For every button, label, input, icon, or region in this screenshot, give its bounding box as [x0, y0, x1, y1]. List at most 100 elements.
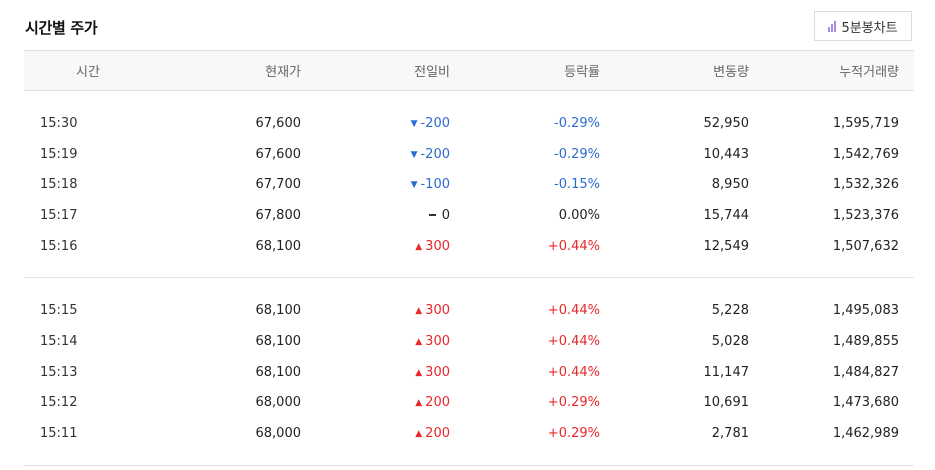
- time-cell-value: 15:12: [40, 395, 78, 411]
- price-cell-value: 68,100: [255, 303, 302, 319]
- rate-cell: +0.44%: [450, 365, 600, 380]
- price-cell-value: 68,100: [255, 238, 302, 254]
- time-cell-value: 15:15: [40, 303, 78, 319]
- header-time: 시간: [76, 65, 100, 80]
- volume-cell: 52,950: [600, 115, 750, 131]
- time-cell: 15:13: [24, 365, 152, 380]
- up-arrow-icon: ▲: [415, 429, 423, 440]
- rate-cell-value: -0.15%: [554, 177, 600, 193]
- price-cell: 68,100: [152, 303, 302, 319]
- cumulative-volume-cell: 1,507,632: [749, 239, 899, 254]
- change-cell: ▲ 300: [301, 365, 450, 380]
- rate-cell-value: -0.29%: [554, 146, 600, 162]
- rate-cell-value: 0.00%: [558, 207, 600, 223]
- rate-cell-value: +0.29%: [547, 395, 600, 411]
- table-row: 15:19 67,600 ▼ -200 -0.29% 10,443 1,542,769: [24, 139, 914, 170]
- price-cell: 68,100: [152, 238, 302, 254]
- time-cell: 15:30: [24, 116, 152, 131]
- change-cell: ▲ 300: [301, 334, 450, 349]
- rate-cell-value: +0.44%: [547, 303, 600, 319]
- change-cell: ▼ -200: [301, 116, 450, 131]
- header-cumulative-volume: 누적거래량: [839, 65, 899, 80]
- volume-cell: 5,228: [600, 303, 749, 318]
- price-cell-value: 68,000: [255, 395, 302, 411]
- rate-cell: +0.44%: [450, 334, 600, 349]
- volume-cell: 11,147: [600, 364, 750, 380]
- rate-cell-value: +0.29%: [547, 426, 600, 442]
- change-cell-value: -100: [420, 177, 450, 193]
- change-cell: ▼ -100: [301, 177, 450, 192]
- table-row: 15:18 67,700 ▼ -100 -0.15% 8,950 1,532,326: [24, 169, 914, 200]
- price-cell-value: 68,100: [255, 333, 302, 349]
- cumulative-volume-cell-value: 1,532,326: [832, 177, 899, 193]
- table-row: 15:14 68,100 ▲ 300 +0.44% 5,028 1,489,855: [24, 326, 914, 357]
- time-cell-value: 15:14: [40, 333, 78, 349]
- up-arrow-icon: ▲: [415, 398, 423, 409]
- price-cell: 67,700: [152, 177, 302, 192]
- price-cell-value: 68,100: [255, 364, 302, 380]
- volume-cell-value: 5,228: [711, 303, 749, 319]
- volume-cell: 2,781: [600, 426, 749, 441]
- up-arrow-icon: ▲: [415, 336, 423, 347]
- cumulative-volume-cell-value: 1,495,083: [832, 303, 899, 319]
- cumulative-volume-cell: 1,595,719: [749, 116, 899, 131]
- volume-cell-value: 12,549: [703, 238, 750, 254]
- section-title: 시간별 주가: [25, 19, 98, 37]
- table-row: 15:15 68,100 ▲ 300 +0.44% 5,228 1,495,083: [24, 295, 914, 326]
- price-cell-value: 67,600: [255, 146, 302, 162]
- time-cell: 15:17: [24, 208, 152, 223]
- volume-cell-value: 11,147: [703, 364, 750, 380]
- change-cell: ▼ -200: [301, 147, 450, 162]
- price-cell: 67,600: [152, 146, 302, 162]
- change-cell-value: 300: [425, 364, 450, 380]
- down-arrow-icon: ▼: [410, 180, 418, 191]
- rate-cell-value: +0.44%: [547, 364, 600, 380]
- change-cell-value: 0: [441, 207, 450, 223]
- cumulative-volume-cell-value: 1,595,719: [832, 115, 899, 131]
- price-cell: 67,800: [152, 208, 302, 223]
- cumulative-volume-cell: 1,523,376: [749, 208, 899, 223]
- rate-cell: +0.29%: [450, 426, 600, 441]
- price-cell-value: 68,000: [255, 426, 302, 442]
- rate-cell: +0.29%: [450, 395, 600, 410]
- down-arrow-icon: ▼: [410, 118, 418, 129]
- volume-cell-value: 52,950: [703, 115, 750, 131]
- table-row: 15:30 67,600 ▼ -200 -0.29% 52,950 1,595,719: [24, 108, 914, 139]
- price-cell: 68,100: [152, 333, 302, 349]
- cumulative-volume-cell-value: 1,473,680: [832, 395, 899, 411]
- change-cell-value: 300: [425, 303, 450, 319]
- change-cell-value: 200: [425, 395, 450, 411]
- rate-cell: 0.00%: [450, 208, 600, 223]
- change-cell: ▲ 300: [301, 303, 450, 318]
- up-arrow-icon: ▲: [415, 306, 423, 317]
- five-minute-chart-button[interactable]: 5분봉차트: [814, 11, 912, 41]
- volume-cell: 12,549: [600, 238, 750, 254]
- table-row: 15:12 68,000 ▲ 200 +0.29% 10,691 1,473,680: [24, 388, 914, 419]
- change-cell: ▲ 200: [301, 426, 450, 441]
- row-group: 15:15 68,100 ▲ 300 +0.44% 5,228 1,495,083 15:14…: [24, 278, 914, 466]
- volume-cell-value: 10,443: [703, 146, 750, 162]
- cumulative-volume-cell-value: 1,484,827: [832, 364, 899, 380]
- volume-cell-value: 5,028: [711, 333, 749, 349]
- price-cell-value: 67,600: [255, 115, 302, 131]
- rate-cell: +0.44%: [450, 303, 600, 318]
- time-cell: 15:18: [24, 177, 152, 192]
- five-minute-chart-label: 5분봉차트: [841, 20, 898, 36]
- rate-cell-value: +0.44%: [547, 333, 600, 349]
- hourly-price-table: 시간 현재가 전일비 등락률 변동량 누적거래량 15:30 67,600 ▼ -20…: [24, 50, 914, 466]
- header-volume: 변동량: [713, 65, 749, 80]
- rate-cell: -0.15%: [450, 177, 600, 192]
- cumulative-volume-cell: 1,542,769: [749, 147, 899, 162]
- volume-cell: 8,950: [600, 177, 749, 192]
- time-cell-value: 15:18: [40, 177, 78, 193]
- cumulative-volume-cell: 1,489,855: [749, 334, 899, 349]
- time-cell-value: 15:19: [40, 146, 78, 162]
- time-cell-value: 15:13: [40, 364, 78, 380]
- cumulative-volume-cell: 1,473,680: [749, 395, 899, 410]
- up-arrow-icon: ▲: [415, 367, 423, 378]
- time-cell-value: 15:30: [40, 115, 78, 131]
- time-cell-value: 15:11: [40, 426, 78, 442]
- volume-cell-value: 10,691: [703, 395, 750, 411]
- rate-cell: -0.29%: [450, 147, 600, 162]
- flat-dash-icon: [428, 213, 436, 216]
